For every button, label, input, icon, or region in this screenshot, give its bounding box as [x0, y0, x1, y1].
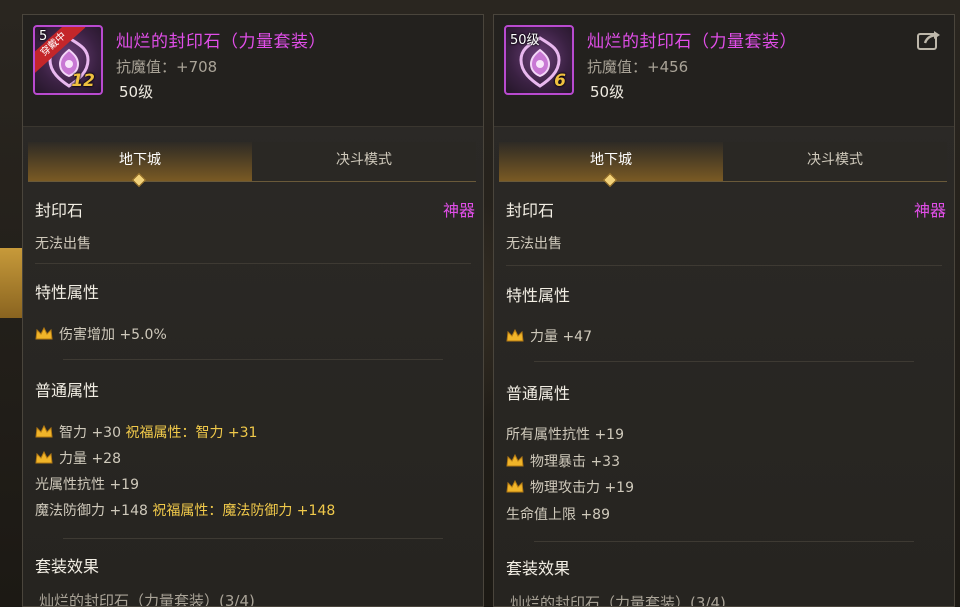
- set-title: 套装效果: [506, 559, 571, 578]
- attr-row: 物理攻击力 +19: [506, 477, 634, 497]
- set-name: 灿烂的封印石（力量套装）(3/4): [510, 594, 726, 607]
- attr-row: 魔法防御力 +148 祝福属性：魔法防御力 +148: [35, 500, 335, 520]
- bless-attr: 祝福属性：智力 +31: [125, 425, 258, 441]
- seal-stone-icon: 50级 6: [504, 25, 574, 95]
- common-title: 普通属性: [506, 384, 571, 403]
- tooltip-panel-right: 50级 6 灿烂的封印石（力量套装） 抗魔值：+456 50级 地下城 决斗模式…: [493, 14, 955, 607]
- item-type: 封印石: [506, 201, 555, 220]
- tooltip-panel-left: 5 穿戴中 12 灿烂的封印石（力量套装） 抗魔值：+708 50级 地下城 决…: [22, 14, 484, 607]
- divider: [506, 265, 942, 266]
- tab-pvp[interactable]: 决斗模式: [723, 142, 947, 181]
- attr-text: 魔法防御力 +148: [35, 503, 148, 519]
- item-resist: 抗魔值：+708: [116, 58, 218, 76]
- crown-icon: [35, 451, 53, 464]
- divider: [35, 263, 471, 264]
- divider: [534, 361, 914, 362]
- tab-pvp[interactable]: 决斗模式: [252, 142, 476, 181]
- icon-level: 50级: [510, 33, 540, 48]
- set-title: 套装效果: [35, 557, 100, 576]
- trait-attr-text: 伤害增加 +5.0%: [59, 327, 167, 343]
- mode-tabs: 地下城 决斗模式: [499, 142, 947, 188]
- crown-icon: [35, 327, 53, 340]
- attr-text: 所有属性抗性 +19: [506, 427, 624, 443]
- trait-title: 特性属性: [35, 283, 100, 302]
- sell-status: 无法出售: [506, 236, 562, 252]
- sell-status: 无法出售: [35, 236, 91, 252]
- common-title: 普通属性: [35, 381, 100, 400]
- trait-title: 特性属性: [506, 286, 571, 305]
- icon-count: 6: [554, 71, 566, 91]
- attr-row: 力量 +28: [35, 448, 121, 468]
- bless-attr: 祝福属性：魔法防御力 +148: [152, 503, 336, 519]
- item-level: 50级: [119, 83, 154, 101]
- crown-icon: [35, 425, 53, 438]
- attr-text: 光属性抗性 +19: [35, 477, 139, 493]
- set-name: 灿烂的封印石（力量套装）(3/4): [39, 592, 255, 607]
- attr-row: 物理暴击 +33: [506, 451, 620, 471]
- item-grade: 神器: [442, 201, 475, 220]
- item-level: 50级: [590, 83, 625, 101]
- icon-count: 12: [71, 71, 95, 91]
- attr-text: 物理暴击 +33: [530, 454, 620, 470]
- item-resist: 抗魔值：+456: [587, 58, 689, 76]
- item-type: 封印石: [35, 201, 84, 220]
- divider: [534, 541, 914, 542]
- divider: [63, 538, 443, 539]
- item-name: 灿烂的封印石（力量套装）: [587, 32, 797, 52]
- attr-text: 力量 +28: [59, 451, 121, 467]
- trait-attr-text: 力量 +47: [530, 329, 592, 345]
- crown-icon: [506, 329, 524, 342]
- mode-tabs: 地下城 决斗模式: [28, 142, 476, 188]
- item-header: 5 穿戴中 12 灿烂的封印石（力量套装） 抗魔值：+708 50级: [23, 15, 483, 127]
- attr-row: 智力 +30 祝福属性：智力 +31: [35, 422, 257, 442]
- item-header: 50级 6 灿烂的封印石（力量套装） 抗魔值：+456 50级: [494, 15, 954, 127]
- item-name: 灿烂的封印石（力量套装）: [116, 32, 326, 52]
- background-strip: [0, 248, 22, 318]
- divider: [63, 359, 443, 360]
- seal-stone-icon: 5 穿戴中 12: [33, 25, 103, 95]
- item-grade: 神器: [913, 201, 946, 220]
- trait-attr: 力量 +47: [506, 326, 592, 346]
- trait-attr: 伤害增加 +5.0%: [35, 324, 167, 344]
- attr-text: 物理攻击力 +19: [530, 480, 634, 496]
- crown-icon: [506, 480, 524, 493]
- share-icon[interactable]: [916, 29, 942, 51]
- attr-text: 生命值上限 +89: [506, 507, 610, 523]
- crown-icon: [506, 454, 524, 467]
- attr-text: 智力 +30: [59, 425, 121, 441]
